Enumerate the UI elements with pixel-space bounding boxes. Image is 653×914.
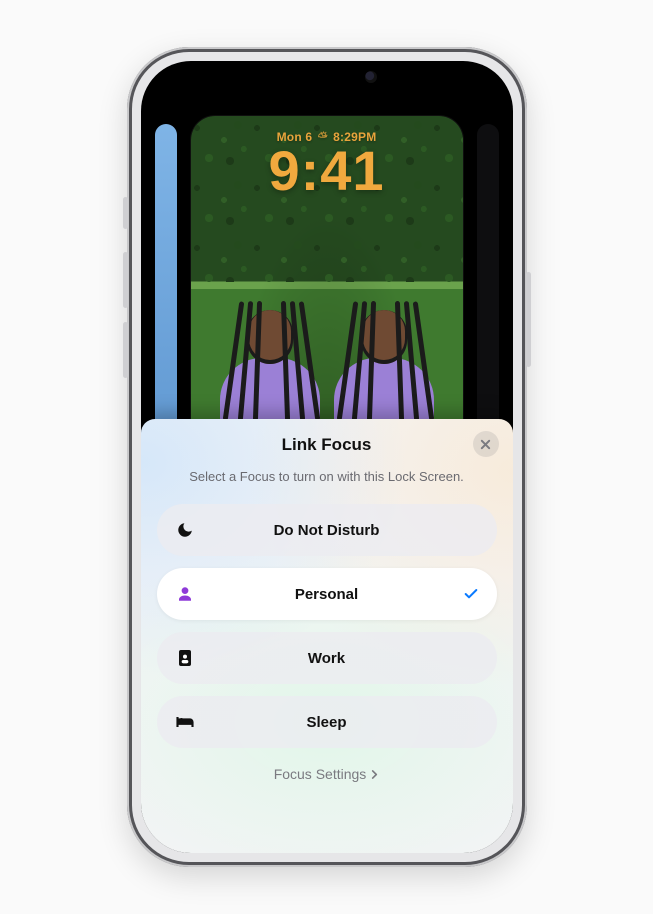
- sheet-subtitle: Select a Focus to turn on with this Lock…: [157, 469, 497, 484]
- side-button-vol-down: [123, 322, 128, 378]
- focus-settings-link[interactable]: Focus Settings: [157, 766, 497, 782]
- close-icon: [480, 439, 491, 450]
- sheet-title: Link Focus: [157, 435, 497, 455]
- close-button[interactable]: [473, 431, 499, 457]
- focus-option-work[interactable]: Work: [157, 632, 497, 684]
- focus-option-label: Do Not Disturb: [157, 522, 497, 539]
- focus-option-personal[interactable]: Personal: [157, 568, 497, 620]
- focus-options: Do Not Disturb Personal: [157, 504, 497, 748]
- side-button-vol-up: [123, 252, 128, 308]
- focus-option-label: Sleep: [157, 714, 497, 731]
- side-button-power: [526, 272, 531, 367]
- focus-option-label: Work: [157, 650, 497, 667]
- focus-settings-label: Focus Settings: [274, 766, 367, 782]
- notch: [252, 61, 402, 93]
- iphone-frame: Mon 6 ⛅︎ 8:29PM 9:41 Link Focus: [127, 47, 527, 867]
- chevron-right-icon: [370, 770, 379, 779]
- lockscreen-time: 9:41: [191, 143, 463, 199]
- link-focus-sheet: Link Focus Select a Focus to turn on wit…: [141, 419, 513, 853]
- screen: Mon 6 ⛅︎ 8:29PM 9:41 Link Focus: [141, 61, 513, 853]
- side-button-mute: [123, 197, 128, 229]
- focus-option-label: Personal: [157, 586, 497, 603]
- focus-option-dnd[interactable]: Do Not Disturb: [157, 504, 497, 556]
- focus-option-sleep[interactable]: Sleep: [157, 696, 497, 748]
- sheet-header: Link Focus: [157, 433, 497, 459]
